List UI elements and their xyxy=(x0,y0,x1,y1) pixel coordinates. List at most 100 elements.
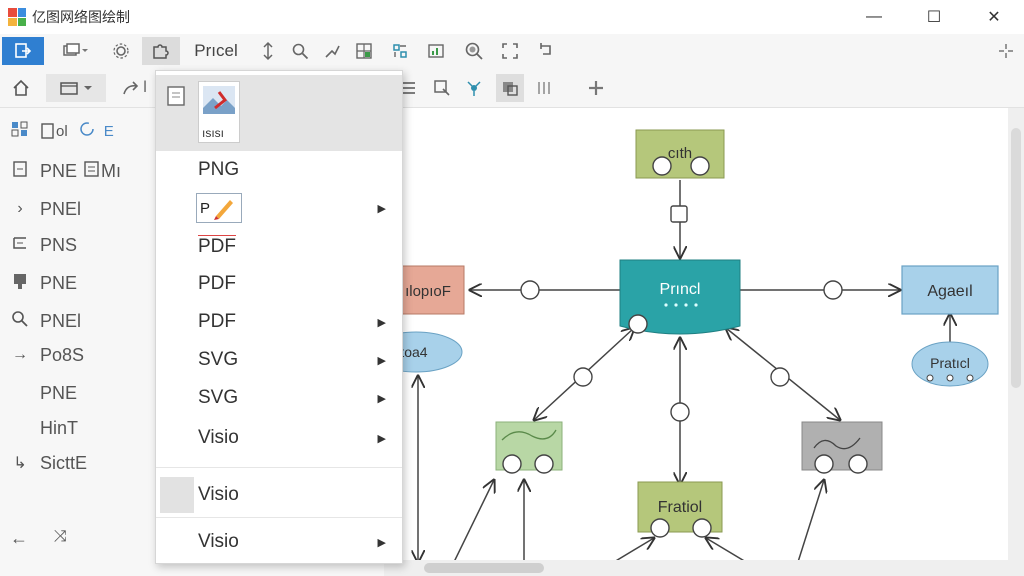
align-button[interactable] xyxy=(256,37,280,65)
plugin-button[interactable] xyxy=(142,37,180,65)
connector-button[interactable] xyxy=(320,37,344,65)
sidebar-item-6[interactable]: → Po8S xyxy=(0,338,160,372)
submenu-arrow-icon: ▶ xyxy=(377,202,386,215)
frame-icon xyxy=(0,235,40,256)
menu-item-image-preview[interactable]: ısısı xyxy=(156,75,402,151)
edge-br-down xyxy=(797,480,824,560)
edge-handle[interactable] xyxy=(823,280,843,300)
document-icon xyxy=(41,123,54,139)
node-bottom-right[interactable] xyxy=(801,421,883,474)
minimize-button[interactable]: — xyxy=(844,0,904,34)
expand-button[interactable] xyxy=(994,37,1018,65)
node-right[interactable]: Agaeıl xyxy=(901,265,999,315)
add-button[interactable] xyxy=(582,74,610,102)
node-bottom-left[interactable] xyxy=(495,421,563,474)
node-button[interactable] xyxy=(462,74,486,102)
menu-item-png[interactable]: PNG xyxy=(156,151,402,189)
vertical-scroll-thumb[interactable] xyxy=(1011,128,1021,388)
library-grid-icon[interactable] xyxy=(0,121,40,142)
secondary-toolbar: l xyxy=(0,68,1024,108)
menu-item-pdf-2[interactable]: PDF xyxy=(156,265,402,303)
gear-icon xyxy=(113,43,129,59)
edge-handle[interactable] xyxy=(573,367,593,387)
edge-b-down1 xyxy=(615,538,654,560)
drawing-canvas[interactable]: cıth Prıncl ılopıoF ıtoa4 Agaeıl Pratıcl xyxy=(384,108,1008,560)
image-caption: ısısı xyxy=(202,126,225,140)
crop-button[interactable] xyxy=(430,74,454,102)
sidebar-extra-tab[interactable]: E xyxy=(104,123,114,140)
menu-item-visio-1[interactable]: Visio ▶ xyxy=(156,417,402,459)
ellipse-right[interactable]: Pratıcl xyxy=(911,341,989,387)
sidebar-item-7[interactable]: PNE xyxy=(0,376,160,410)
columns-button[interactable] xyxy=(532,74,556,102)
menu-item-pdf-edit[interactable]: P ▶ xyxy=(156,189,402,227)
edge-handle[interactable] xyxy=(670,205,688,223)
sidebar-item-label: HinT xyxy=(40,417,79,438)
copy-format-button[interactable] xyxy=(52,37,98,65)
sidebar-item-4[interactable]: PNE xyxy=(0,266,160,300)
search-button[interactable] xyxy=(288,37,312,65)
redo-button[interactable]: l xyxy=(114,74,154,102)
node-top[interactable]: cıth xyxy=(635,129,725,179)
pdf-edit-icon: P xyxy=(196,193,242,223)
sidebar-item-2[interactable]: › PNEl xyxy=(0,192,160,226)
menu-item-visio-2[interactable]: Visio xyxy=(156,473,402,517)
undo-button[interactable] xyxy=(534,37,558,65)
list-icon xyxy=(403,82,415,94)
fit-page-icon xyxy=(502,43,518,59)
close-button[interactable]: ✕ xyxy=(964,0,1024,34)
folder-icon xyxy=(60,82,92,95)
node-icon xyxy=(467,81,481,96)
sidebar-item-9[interactable]: ↳ SicttE xyxy=(0,446,160,480)
chart-button[interactable] xyxy=(424,37,448,65)
edge-handle[interactable] xyxy=(670,402,690,422)
edge-handle[interactable] xyxy=(520,280,540,300)
menu-item-pdf-1[interactable]: PDF xyxy=(156,227,402,265)
group-icon xyxy=(503,82,518,96)
menu-separator xyxy=(156,517,402,518)
style-dropdown-label: Prıcel xyxy=(194,41,238,60)
menu-item-svg-1[interactable]: SVG ▶ xyxy=(156,341,402,379)
submenu-arrow-icon: ▶ xyxy=(377,392,386,405)
redo-label: l xyxy=(143,79,147,96)
edge-handle[interactable] xyxy=(770,367,790,387)
node-center-label: Prıncl xyxy=(660,281,701,298)
sidebar-item-1[interactable]: PNE Mı xyxy=(0,154,160,188)
sidebar-doc-tab[interactable]: ol xyxy=(40,122,68,140)
arrow-right-icon: → xyxy=(12,346,28,363)
server-icon xyxy=(0,272,40,295)
distribute-button[interactable] xyxy=(388,37,412,65)
home-icon xyxy=(13,79,29,96)
sidebar-item-label: SicttE xyxy=(40,452,88,473)
ellipse-right-label: Pratıcl xyxy=(930,355,970,371)
horizontal-scrollbar[interactable] xyxy=(384,560,1024,576)
shuffle-icon[interactable]: ⤨ xyxy=(54,528,67,546)
zoom-button[interactable] xyxy=(462,37,486,65)
corner-arrow-icon: ↳ xyxy=(13,455,27,472)
horizontal-scroll-thumb[interactable] xyxy=(424,563,544,573)
export-button[interactable] xyxy=(2,37,44,65)
sidebar-item-5[interactable]: PNEl xyxy=(0,304,160,338)
menu-item-pdf-3[interactable]: PDF ▶ xyxy=(156,303,402,341)
network-diagram: cıth Prıncl ılopıoF ıtoa4 Agaeıl Pratıcl xyxy=(384,129,999,560)
fit-page-button[interactable] xyxy=(498,37,522,65)
sidebar-item-8[interactable]: HinT xyxy=(0,411,160,445)
maximize-button[interactable]: ☐ xyxy=(904,0,964,34)
sidebar-item-3[interactable]: PNS xyxy=(0,228,160,262)
back-arrow-icon[interactable]: ← xyxy=(10,528,28,549)
table-button[interactable] xyxy=(352,37,376,65)
home-button[interactable] xyxy=(6,74,36,102)
menu-item-label: Visio xyxy=(198,484,239,505)
node-bottom[interactable]: Fratiol xyxy=(637,481,723,538)
window-controls: — ☐ ✕ xyxy=(844,0,1024,34)
group-button[interactable] xyxy=(496,74,524,102)
menu-item-svg-2[interactable]: SVG ▶ xyxy=(156,379,402,417)
node-center[interactable]: Prıncl xyxy=(619,259,741,335)
style-dropdown[interactable]: Prıcel xyxy=(186,37,246,65)
connector-icon xyxy=(325,45,340,58)
settings-button[interactable] xyxy=(106,37,136,65)
menu-item-visio-3[interactable]: Visio ▶ xyxy=(156,523,402,561)
refresh-icon[interactable] xyxy=(78,120,96,143)
vertical-scrollbar[interactable] xyxy=(1008,108,1024,560)
open-file-dropdown[interactable] xyxy=(46,74,106,102)
